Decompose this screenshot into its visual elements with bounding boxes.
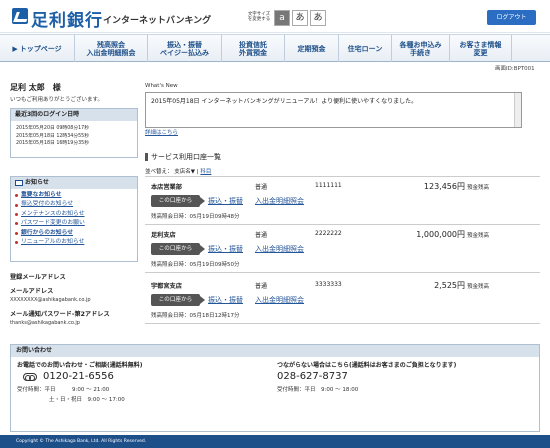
- account-balance: 2,525円: [434, 281, 465, 290]
- account-type: 普通: [255, 283, 268, 290]
- transfer-link[interactable]: 振込・振替: [208, 196, 243, 206]
- registered-mail-title: 登録メールアドレス: [10, 274, 66, 281]
- logout-button[interactable]: ログアウト: [487, 10, 536, 25]
- whats-new-box[interactable]: 2015年05月18日 インターネットバンキングがリニューアル！より便利に使いや…: [145, 92, 522, 128]
- notice-link-password[interactable]: パスワード変更のお願い: [11, 219, 137, 228]
- login-history-box: 最近3回のログイン日時 2015年05月20日 09時08分17秒 2015年0…: [10, 108, 138, 158]
- account-row: 宇都宮支店 普通 3333333 2,525円 預金残高 この口座から 振込・振…: [145, 276, 540, 324]
- free-dial-hours-weekday: 受付時間：平日 9:00 ～ 21:00: [17, 387, 110, 393]
- sort-by-branch[interactable]: 支店名: [174, 169, 191, 175]
- paid-tel-number[interactable]: 028-627-8737: [277, 371, 348, 382]
- notify-mail-value: thanks@ashikagabank.co.jp: [10, 320, 80, 326]
- font-size-medium-button[interactable]: あ: [292, 10, 308, 26]
- transfer-link[interactable]: 振込・振替: [208, 295, 243, 305]
- detail-link[interactable]: 入出金明細照会: [255, 244, 304, 254]
- notify-mail-label: メール通知パスワード-第2アドレス: [10, 311, 110, 318]
- account-branch: 宇都宮支店: [151, 283, 182, 290]
- free-dial-hours-weekend: 土・日・祝日 9:00 ～ 17:00: [49, 397, 125, 403]
- mail-address-label: メールアドレス: [10, 288, 54, 295]
- account-branch: 本店営業部: [151, 184, 182, 191]
- font-size-large-button[interactable]: あ: [310, 10, 326, 26]
- notice-link-important[interactable]: 重要なお知らせ: [11, 191, 137, 200]
- notices-box: お知らせ 重要なお知らせ 振込受付のお知らせ メンテナンスのお知らせ パスワード…: [10, 176, 138, 262]
- account-balance-label: 預金残高: [467, 284, 490, 290]
- account-type: 普通: [255, 184, 268, 191]
- sort-label: 並べ替え：: [145, 169, 173, 175]
- notice-link-bank-news[interactable]: 銀行からのお知らせ: [11, 229, 137, 238]
- detail-link[interactable]: 入出金明細照会: [255, 295, 304, 305]
- login-history-entry: 2015年05月18日 12時34分55秒: [16, 133, 90, 139]
- account-balance-label: 預金残高: [467, 185, 490, 191]
- from-this-account-button[interactable]: この口座から: [151, 195, 205, 207]
- service-name: インターネットバンキング: [103, 16, 212, 26]
- inquiry-box: お問い合わせ お電話でのお問い合わせ・ご相談(通話料無料) 0120-21-65…: [10, 344, 540, 432]
- account-number: 2222222: [315, 230, 342, 237]
- notice-link-renewal[interactable]: リニューアルのお知らせ: [11, 238, 137, 247]
- whats-new-more-link[interactable]: 詳細はこちら: [145, 128, 178, 136]
- inquiry-paid-head: つながらない場合はこちら(通話料はお客さまのご負担となります): [277, 362, 457, 369]
- account-balance-label: 預金残高: [467, 233, 490, 239]
- nav-applications[interactable]: 各種お申込み 手続き: [392, 35, 450, 62]
- nav-housing-loan[interactable]: 住宅ローン: [339, 35, 392, 62]
- global-nav: ▶ トップページ 残高照会 入出金明細照会 振込・振替 ペイジー払込み 投資信託 …: [0, 34, 550, 62]
- whats-new-text: 2015年05月18日 インターネットバンキングがリニューアル！より便利に使いや…: [151, 98, 418, 105]
- envelope-icon: [15, 179, 23, 186]
- account-number: 1111111: [315, 182, 342, 189]
- free-dial-number[interactable]: 0120-21-6556: [43, 371, 114, 382]
- free-dial-icon: [23, 373, 37, 381]
- bank-logo-icon: [12, 8, 28, 24]
- paid-tel-hours: 受付時間：平日 9:00 ～ 18:00: [277, 387, 359, 393]
- account-balance: 1,000,000円: [416, 230, 465, 239]
- sort-by-subject[interactable]: 科目: [200, 169, 211, 175]
- account-balance: 123,456円: [423, 182, 465, 191]
- login-history-entry: 2015年05月18日 16時19分35秒: [16, 141, 90, 146]
- welcome-message: いつもご利用ありがとうございます。: [10, 97, 103, 103]
- footer-copyright: Copyright © The Ashikaga Bank, Ltd. All …: [0, 435, 550, 448]
- account-row: 本店営業部 普通 1111111 123,456円 預金残高 この口座から 振込…: [145, 177, 540, 225]
- balance-inquiry-time: 残高照会日時：05月18日12時17分: [151, 313, 240, 319]
- font-size-small-button[interactable]: a: [274, 10, 290, 26]
- customer-name: 足利 太郎 様: [10, 83, 61, 92]
- home-icon: ▶: [12, 44, 18, 53]
- nav-time-deposit[interactable]: 定期預金: [285, 35, 339, 62]
- font-size-label: 文字サイズを変更する: [247, 12, 271, 22]
- sort-arrow-icon: ▼: [190, 169, 196, 175]
- from-this-account-button[interactable]: この口座から: [151, 243, 205, 255]
- account-branch: 足利支店: [151, 232, 176, 239]
- account-number: 3333333: [315, 281, 342, 288]
- whats-new-label: What's New: [145, 83, 178, 89]
- header: 足利銀行 インターネットバンキング 文字サイズを変更する a あ あ ログアウト: [0, 0, 550, 33]
- sort-separator: |: [196, 169, 199, 175]
- screen-id: 画面ID:BPT001: [495, 66, 535, 72]
- nav-balance[interactable]: 残高照会 入出金明細照会: [75, 35, 148, 62]
- detail-link[interactable]: 入出金明細照会: [255, 196, 304, 206]
- from-this-account-button[interactable]: この口座から: [151, 294, 205, 306]
- whats-new-scrollbar[interactable]: [514, 93, 521, 127]
- nav-transfer[interactable]: 振込・振替 ペイジー払込み: [148, 35, 222, 62]
- sort-row: 並べ替え： 支店名▼ | 科目: [145, 167, 211, 175]
- notices-title: お知らせ: [11, 177, 137, 189]
- nav-top-page[interactable]: ▶ トップページ: [0, 35, 75, 62]
- bank-name: 足利銀行: [31, 11, 103, 31]
- nav-investment[interactable]: 投資信託 外貨預金: [222, 35, 285, 62]
- balance-inquiry-time: 残高照会日時：05月19日09時48分: [151, 214, 240, 220]
- mail-address-value: XXXXXXXX@ashikagabank.co.jp: [10, 297, 91, 303]
- balance-inquiry-time: 残高照会日時：05月19日09時50分: [151, 262, 240, 268]
- notice-link-maintenance[interactable]: メンテナンスのお知らせ: [11, 210, 137, 219]
- transfer-link[interactable]: 振込・振替: [208, 244, 243, 254]
- login-history-entry: 2015年05月20日 09時08分17秒: [16, 126, 90, 131]
- service-accounts-title: サービス利用口座一覧: [145, 153, 221, 161]
- nav-customer-info[interactable]: お客さま情報 変更: [450, 35, 512, 62]
- login-history-title: 最近3回のログイン日時: [11, 109, 137, 121]
- inquiry-title: お問い合わせ: [11, 345, 539, 357]
- notice-link-transfer[interactable]: 振込受付のお知らせ: [11, 200, 137, 209]
- inquiry-free-head: お電話でのお問い合わせ・ご相談(通話料無料): [17, 362, 143, 369]
- account-type: 普通: [255, 232, 268, 239]
- account-row: 足利支店 普通 2222222 1,000,000円 預金残高 この口座から 振…: [145, 225, 540, 273]
